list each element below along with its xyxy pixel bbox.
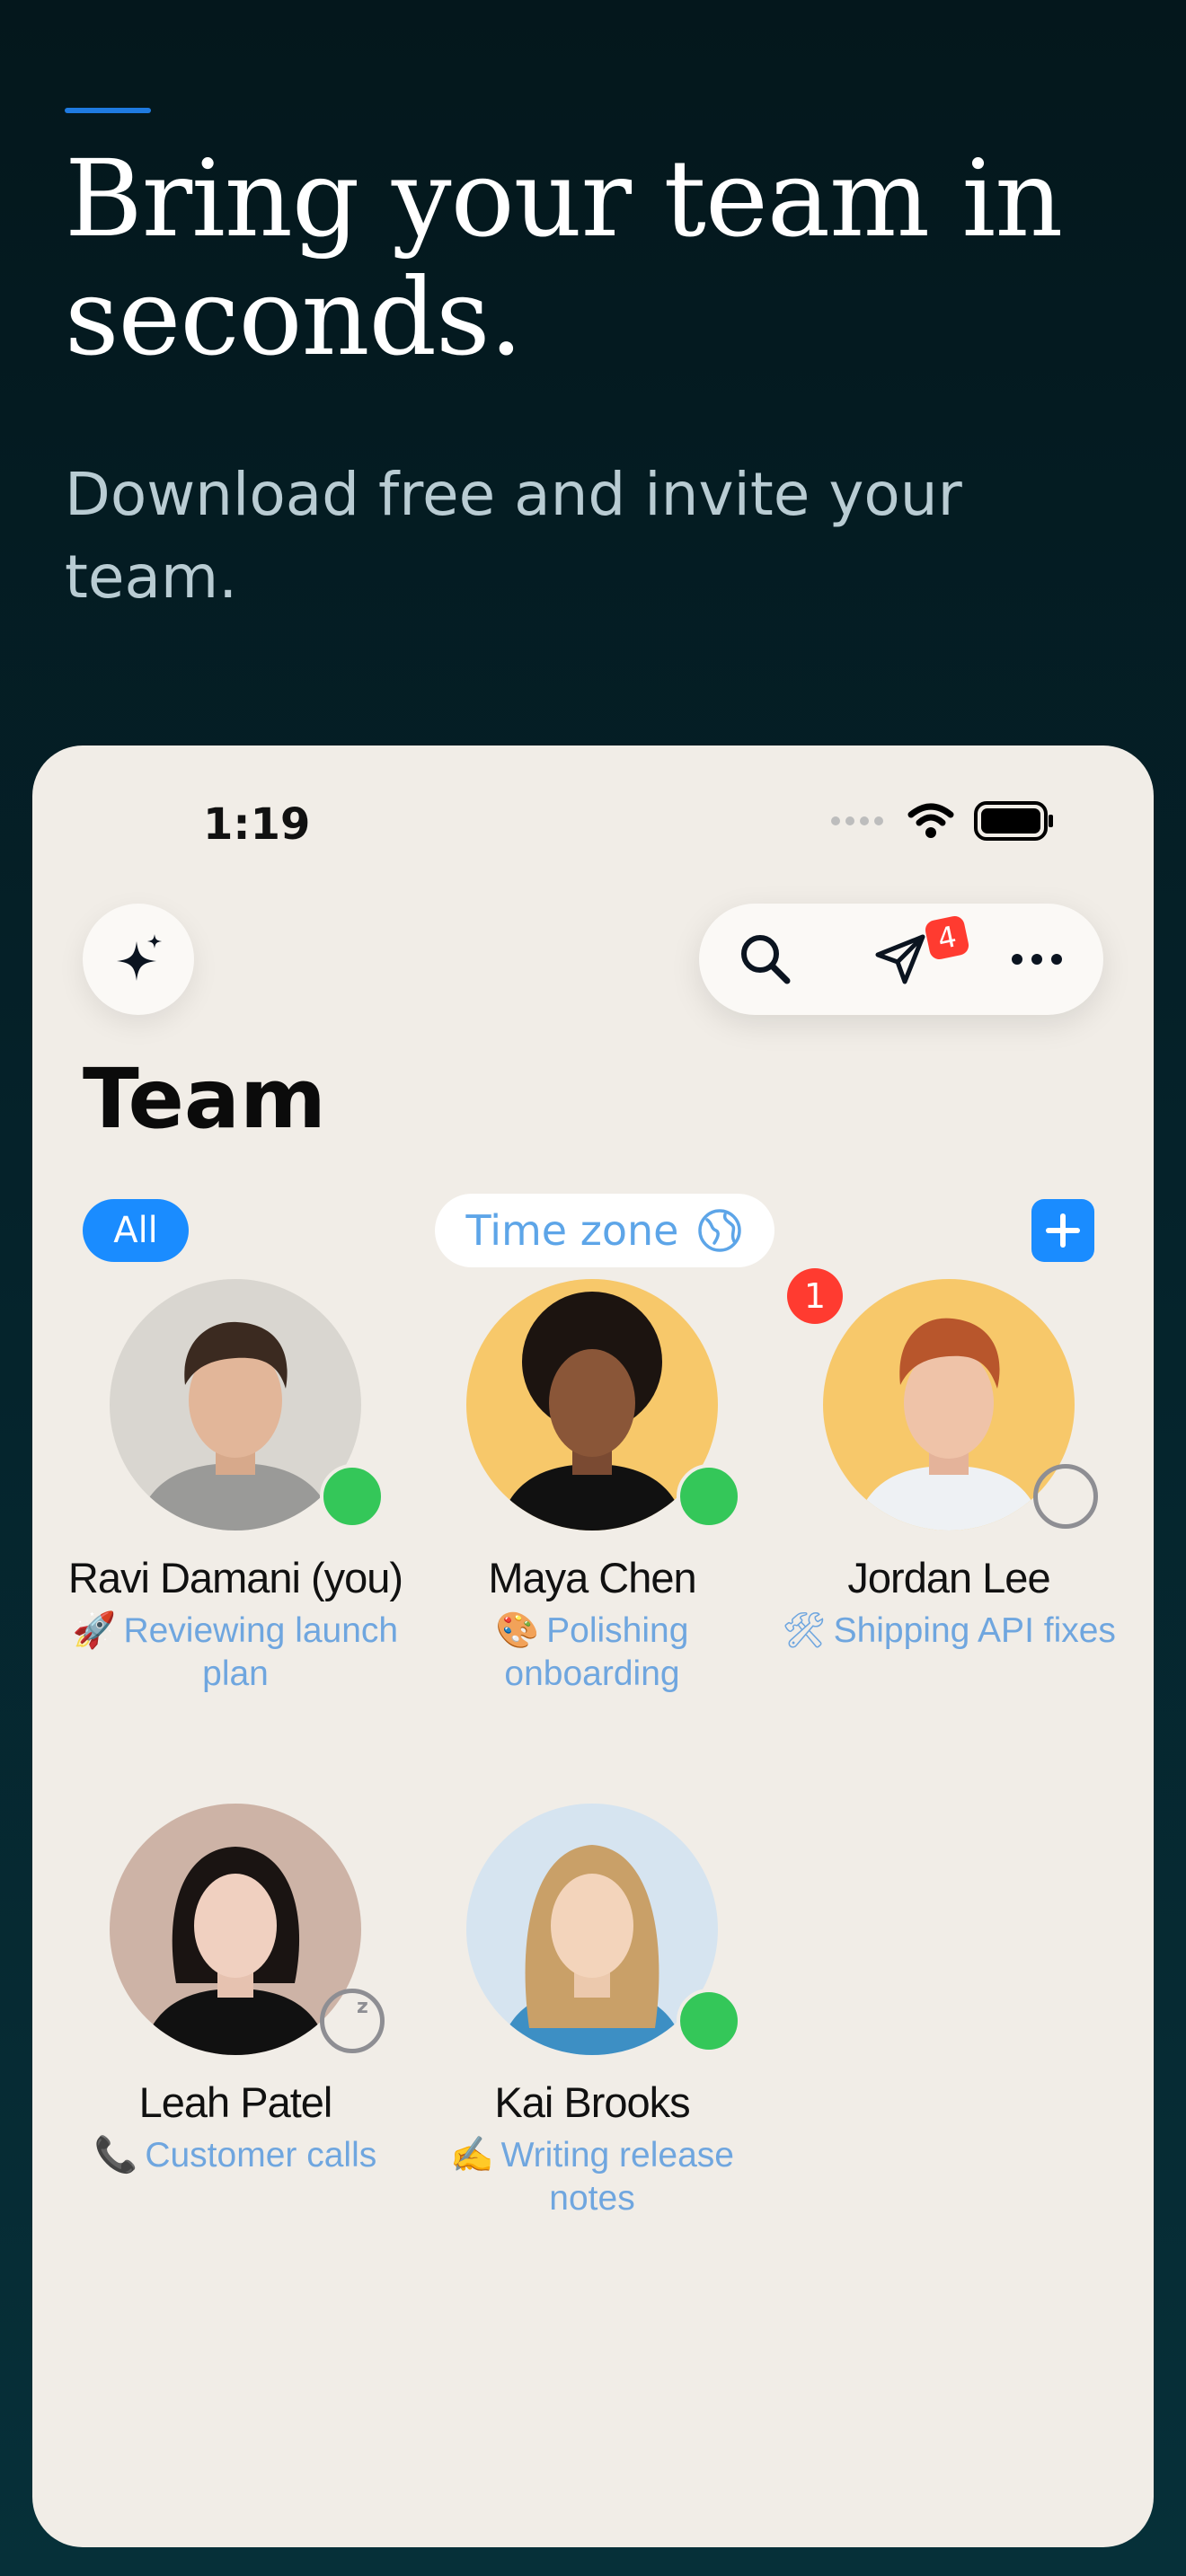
member-status-text: Customer calls [145, 2136, 377, 2175]
status-time: 1:19 [203, 799, 311, 850]
globe-icon [698, 1209, 742, 1252]
timezone-filter-chip[interactable]: Time zone [435, 1194, 774, 1267]
member-name: Ravi Damani (you) [67, 1554, 403, 1601]
member-status-text: Shipping API fixes [833, 1611, 1116, 1650]
add-member-button[interactable] [1031, 1199, 1094, 1262]
presence-online-indicator [677, 1464, 741, 1529]
snooze-icon: z [357, 1996, 368, 2018]
presence-offline-indicator [1033, 1464, 1098, 1529]
ai-assist-button[interactable] [83, 904, 194, 1015]
member-name: Jordan Lee [847, 1554, 1050, 1601]
phone-icon: 📞 [93, 2136, 138, 2175]
writing-hand-icon: ✍️ [450, 2136, 494, 2175]
status-icons [830, 801, 1055, 841]
timezone-label: Time zone [465, 1206, 679, 1255]
wifi-icon [907, 803, 954, 838]
rocket-icon: 🚀 [72, 1611, 117, 1650]
presence-online-indicator [320, 1464, 385, 1529]
member-status: 🛠 Shipping API fixes [778, 1610, 1120, 1653]
filter-all-chip[interactable]: All [83, 1199, 189, 1262]
member-status-text: Writing release notes [500, 2136, 734, 2218]
sparkle-icon [117, 934, 162, 981]
page-title: Team [83, 1051, 326, 1147]
member-status: ✍️ Writing release notes [421, 2134, 763, 2220]
plus-icon [1046, 1213, 1080, 1248]
phone-screen: 1:19 4 Team All Time zone Ravi Damani (y… [32, 745, 1154, 2547]
member-status-text: Reviewing launch plan [123, 1611, 399, 1693]
presence-away-indicator: z [320, 1989, 385, 2053]
send-button[interactable]: 4 [864, 913, 971, 995]
send-badge: 4 [923, 913, 971, 962]
presence-online-indicator [677, 1989, 741, 2053]
hero-headline: Bring your team in seconds. [65, 137, 1063, 379]
palette-icon: 🎨 [495, 1611, 540, 1650]
tools-icon: 🛠 [782, 1611, 827, 1650]
toolbar-pill: 4 [699, 904, 1103, 1015]
hero-subhead: Download free and invite your team. [65, 460, 962, 612]
accent-line [65, 108, 151, 113]
search-button[interactable] [730, 923, 801, 995]
member-status: 🎨 Polishing onboarding [421, 1610, 763, 1696]
search-icon [741, 935, 791, 984]
more-button[interactable] [1001, 923, 1073, 995]
svg-text:z: z [357, 1996, 368, 2018]
member-status: 📞 Customer calls [65, 2134, 406, 2177]
member-name: Maya Chen [488, 1554, 696, 1601]
notification-badge: 1 [787, 1268, 843, 1324]
battery-icon [974, 801, 1053, 841]
signal-icon [831, 816, 883, 825]
member-name: Kai Brooks [494, 2078, 690, 2126]
member-name: Leah Patel [138, 2078, 333, 2126]
more-icon [1012, 954, 1062, 965]
member-status: 🚀 Reviewing launch plan [65, 1610, 406, 1696]
send-icon [875, 934, 925, 984]
